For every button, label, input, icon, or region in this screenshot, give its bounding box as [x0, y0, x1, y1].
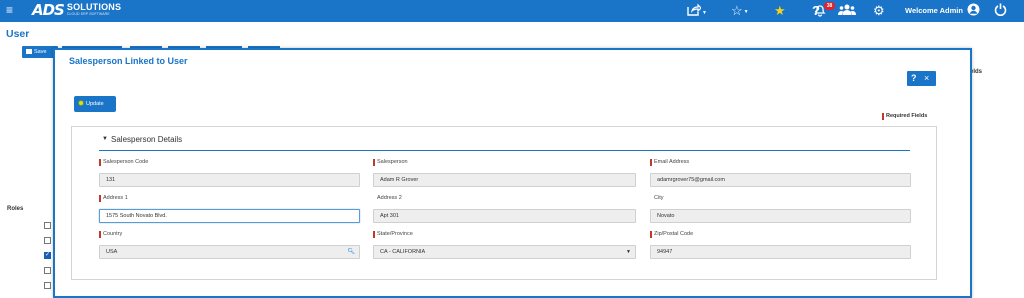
salesperson-modal: Salesperson Linked to User ? × Update Re… — [53, 48, 972, 298]
salesperson-value: Adam R Grover — [380, 177, 419, 183]
star-filled-icon[interactable]: ★ — [774, 3, 786, 19]
star-outline-icon[interactable]: ☆▼ — [731, 3, 749, 19]
address2-label: Address 2 — [377, 195, 402, 201]
salesperson-details-panel: ▼ Salesperson Details Salesperson Code 1… — [71, 126, 937, 280]
close-button[interactable]: × — [924, 71, 929, 86]
state-value: CA - CALIFORNIA — [380, 249, 426, 255]
role-checkbox[interactable] — [44, 222, 51, 229]
logo-brand: SOLUTIONS — [66, 2, 122, 12]
notification-badge: 38 — [824, 2, 835, 10]
salesperson-code-field[interactable]: 131 — [99, 173, 360, 187]
zip-field[interactable]: 94947 — [650, 245, 911, 259]
country-label: Country — [99, 231, 122, 238]
help-button[interactable]: ? — [911, 71, 917, 86]
top-navbar: ≡ ADS SOLUTIONS CLOUD ERP SOFTWARE ▼ ☆▼ … — [0, 0, 1024, 22]
email-label: Email Address — [650, 159, 689, 166]
required-fields-note: Required Fields — [882, 113, 927, 120]
power-icon[interactable] — [994, 3, 1007, 19]
address1-value: 1575 South Novato Blvd. — [106, 213, 167, 219]
state-label: State/Province — [373, 231, 413, 238]
page-title: User — [6, 28, 30, 40]
update-button[interactable]: Update — [74, 96, 116, 112]
city-label: City — [654, 195, 664, 201]
modal-controls: ? × — [907, 71, 936, 86]
role-checkbox[interactable] — [44, 267, 51, 274]
country-field[interactable]: USA 🔍︎ — [99, 245, 360, 259]
state-select[interactable]: CA - CALIFORNIA ▼ — [373, 245, 636, 259]
section-header[interactable]: ▼ Salesperson Details — [99, 135, 910, 151]
salesperson-code-label: Salesperson Code — [99, 159, 148, 166]
role-checkbox[interactable] — [44, 282, 51, 289]
city-field[interactable]: Novato — [650, 209, 911, 223]
role-checkbox[interactable] — [44, 237, 51, 244]
chevron-down-icon: ▼ — [626, 249, 631, 255]
salesperson-field[interactable]: Adam R Grover — [373, 173, 636, 187]
chevron-down-icon: ▼ — [102, 136, 108, 142]
search-icon[interactable]: 🔍︎ — [347, 246, 355, 258]
salesperson-label: Salesperson — [373, 159, 408, 166]
address2-field[interactable]: Apt 301 — [373, 209, 636, 223]
address1-label: Address 1 — [99, 195, 128, 202]
zip-value: 94947 — [657, 249, 673, 255]
role-checkbox[interactable] — [44, 251, 51, 259]
email-field[interactable]: adamrgrover75@gmail.com — [650, 173, 911, 187]
address1-field[interactable]: 1575 South Novato Blvd. — [99, 209, 360, 223]
update-icon — [78, 100, 84, 106]
city-value: Novato — [657, 213, 675, 219]
share-icon[interactable]: ▼ — [687, 3, 707, 19]
salesperson-code-value: 131 — [106, 177, 116, 183]
users-icon[interactable] — [838, 3, 856, 19]
modal-title: Salesperson Linked to User — [69, 56, 188, 66]
logo-mark: ADS — [32, 1, 65, 19]
section-title: Salesperson Details — [111, 135, 183, 144]
gear-icon[interactable]: ⚙ — [873, 3, 885, 19]
roles-label: Roles — [7, 206, 24, 212]
address2-value: Apt 301 — [380, 213, 399, 219]
company-logo[interactable]: ADS SOLUTIONS CLOUD ERP SOFTWARE — [32, 2, 121, 20]
user-circle-icon[interactable] — [967, 3, 980, 19]
zip-label: Zip/Postal Code — [650, 231, 693, 238]
hamburger-icon[interactable]: ≡ — [6, 3, 13, 17]
welcome-text: Welcome Admin — [905, 6, 963, 15]
welcome-user[interactable]: Welcome Admin — [905, 5, 963, 17]
email-value: adamrgrover75@gmail.com — [657, 177, 725, 183]
save-label: Save — [34, 49, 47, 55]
update-label: Update — [86, 101, 104, 107]
country-value: USA — [106, 249, 118, 255]
save-icon — [26, 49, 32, 54]
logo-tagline: CLOUD ERP SOFTWARE — [66, 12, 110, 16]
